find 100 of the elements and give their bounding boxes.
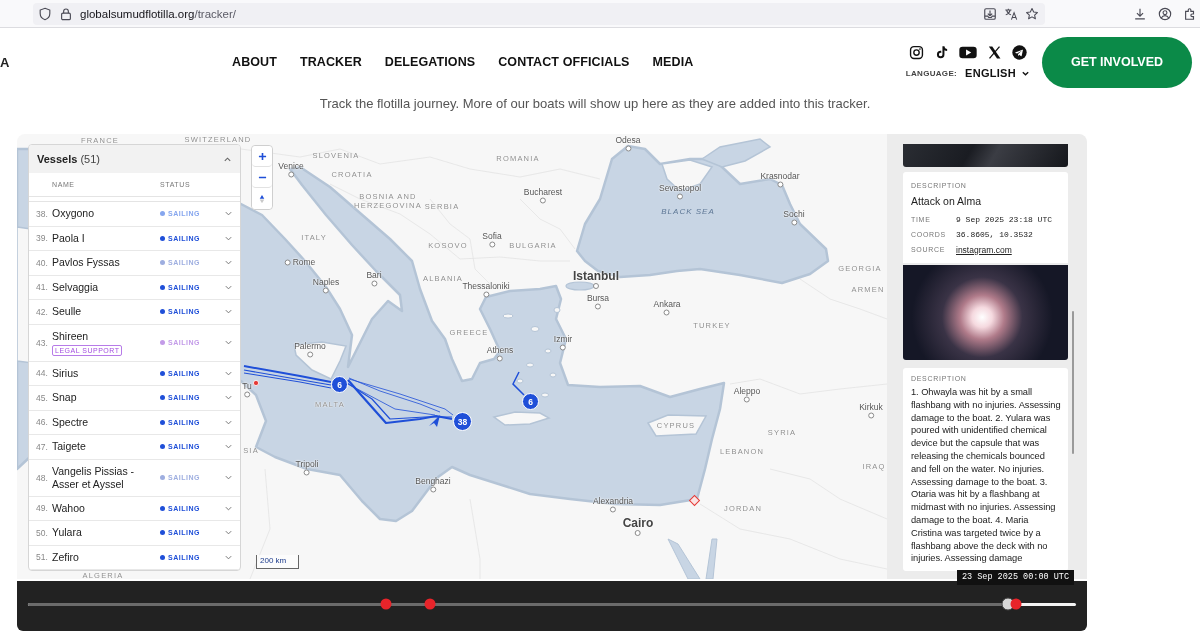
city-label: Rome: [292, 256, 316, 268]
date-tooltip: 23 Sep 2025 00:00 UTC: [956, 570, 1074, 585]
photo-placeholder[interactable]: [903, 265, 1068, 360]
row-number: 41.: [36, 282, 49, 293]
city-label: Palermo: [294, 340, 326, 352]
row-number: 49.: [36, 503, 49, 514]
city-dot-icon: [560, 344, 566, 351]
lock-icon[interactable]: [59, 6, 73, 21]
timeline-track[interactable]: [28, 597, 1076, 611]
row-number: 39.: [36, 233, 49, 244]
vessel-name[interactable]: Zefiro: [52, 550, 79, 564]
download-icon[interactable]: [1133, 6, 1147, 21]
city-dot-icon: [868, 412, 874, 419]
get-involved-button[interactable]: GET INVOLVED: [1042, 36, 1192, 88]
city-dot-icon: [540, 197, 546, 204]
youtube-icon[interactable]: [958, 46, 977, 59]
shield-icon[interactable]: [38, 6, 52, 21]
vessel-name[interactable]: Spectre: [52, 415, 89, 429]
row-number: 38.: [36, 208, 49, 219]
vessel-name[interactable]: Wahoo: [52, 501, 85, 515]
row-number: 50.: [36, 527, 49, 538]
city-dot-icon: [791, 219, 797, 226]
row-number: 44.: [36, 368, 49, 379]
city-label: Tripoli: [295, 458, 319, 470]
city-dot-icon: [371, 280, 377, 287]
chevron-icon[interactable]: [223, 154, 232, 164]
city-dot-icon: [244, 391, 250, 398]
vessel-name[interactable]: Selvaggia: [52, 280, 99, 294]
event-marker-icon[interactable]: [1010, 598, 1022, 610]
destination-marker-icon[interactable]: [689, 495, 700, 506]
plus-icon: [257, 151, 267, 161]
chevron-icon[interactable]: [224, 473, 233, 482]
city-dot-icon: [744, 396, 750, 403]
city-dot-icon: [304, 469, 310, 476]
city-label: Krasnodar: [760, 170, 800, 182]
vessel-name[interactable]: Vangelis Pissias - Asser et Ayssel: [52, 464, 160, 491]
city-label: Tu: [242, 380, 252, 392]
save-page-icon[interactable]: [983, 6, 997, 21]
route-track[interactable]: [243, 365, 454, 425]
row-number: 48.: [36, 472, 49, 483]
city-dot-icon: [610, 506, 616, 513]
scrollbar-thumb[interactable]: [1072, 311, 1074, 454]
city-label: Ankara: [653, 298, 681, 310]
city-label: Aleppo: [733, 385, 761, 397]
field-value: 9 Sep 2025 23:18 UTC: [956, 215, 1052, 224]
city-dot-icon: [430, 486, 436, 493]
sea-label: BLACK SEA: [661, 206, 715, 216]
bookmark-star-icon[interactable]: [1025, 6, 1039, 21]
x-logo-icon[interactable]: [986, 45, 1002, 60]
vessel-name[interactable]: Yulara: [52, 526, 82, 540]
city-label: Kirkuk: [859, 401, 883, 413]
extensions-icon[interactable]: [1183, 6, 1197, 21]
vessel-name[interactable]: Oxygono: [52, 207, 95, 221]
vessel-name[interactable]: Seulle: [52, 305, 82, 319]
city-dot-icon: [288, 171, 294, 178]
navigation-arrow-icon[interactable]: [429, 415, 440, 427]
city-dot-icon: [595, 303, 601, 310]
address-bar[interactable]: globalsumudflotilla.org/tracker/: [33, 2, 1045, 25]
vessel-name[interactable]: Snap: [52, 391, 77, 405]
nav-link[interactable]: CONTACT OFFICIALS: [498, 55, 630, 69]
city-dot-icon: [635, 530, 641, 536]
account-icon[interactable]: [1158, 6, 1172, 21]
event-marker-icon[interactable]: [380, 598, 392, 610]
city-label: Bari: [366, 269, 382, 281]
row-number: 47.: [36, 441, 49, 452]
intro-text: Track the flotilla journey. More of our boats will show up here as they are added into this tracker.: [318, 96, 872, 112]
city-dot-icon: [489, 241, 495, 248]
route-track[interactable]: [512, 371, 525, 396]
language-selector[interactable]: ENGLISH: [965, 67, 1030, 79]
vessel-panel-header[interactable]: Vessels (51): [29, 145, 240, 173]
event-marker-icon[interactable]: [424, 598, 436, 610]
city-dot-icon: [323, 287, 329, 294]
nav-link[interactable]: DELEGATIONS: [384, 55, 476, 69]
telegram-icon[interactable]: [1011, 45, 1027, 60]
city-label: Venice: [278, 160, 304, 172]
vessel-name[interactable]: Sirius: [52, 366, 79, 380]
city-dot-icon: [664, 309, 670, 316]
city-label: Cairo: [622, 516, 654, 530]
city-label: Bucharest: [523, 186, 563, 198]
city-label: Athens: [486, 344, 514, 356]
translate-icon[interactable]: [1004, 6, 1018, 21]
city-dot-icon: [777, 181, 783, 188]
nav-link[interactable]: MEDIA: [652, 55, 694, 69]
row-number: 46.: [36, 417, 49, 428]
vessel-name[interactable]: Paola I: [52, 231, 85, 245]
vessel-name[interactable]: Shireen: [52, 329, 89, 343]
city-label: Thessaloniki: [462, 280, 510, 292]
chevron-icon[interactable]: [224, 338, 233, 347]
nav-link[interactable]: ABOUT: [232, 55, 277, 69]
location-dot-icon[interactable]: [253, 380, 259, 386]
city-label: Benghazi: [415, 475, 451, 487]
nav-link[interactable]: TRACKER: [299, 55, 362, 69]
row-number: 45.: [36, 392, 49, 403]
vessel-name[interactable]: Taigete: [52, 440, 86, 454]
logo-text[interactable]: A: [0, 54, 10, 70]
source-link[interactable]: instagram.com: [956, 244, 1012, 255]
vessel-name[interactable]: Pavlos Fyssas: [52, 256, 120, 270]
zoom-in-button[interactable]: [252, 146, 272, 167]
city-dot-icon: [497, 355, 503, 362]
instagram-icon[interactable]: [908, 45, 924, 60]
